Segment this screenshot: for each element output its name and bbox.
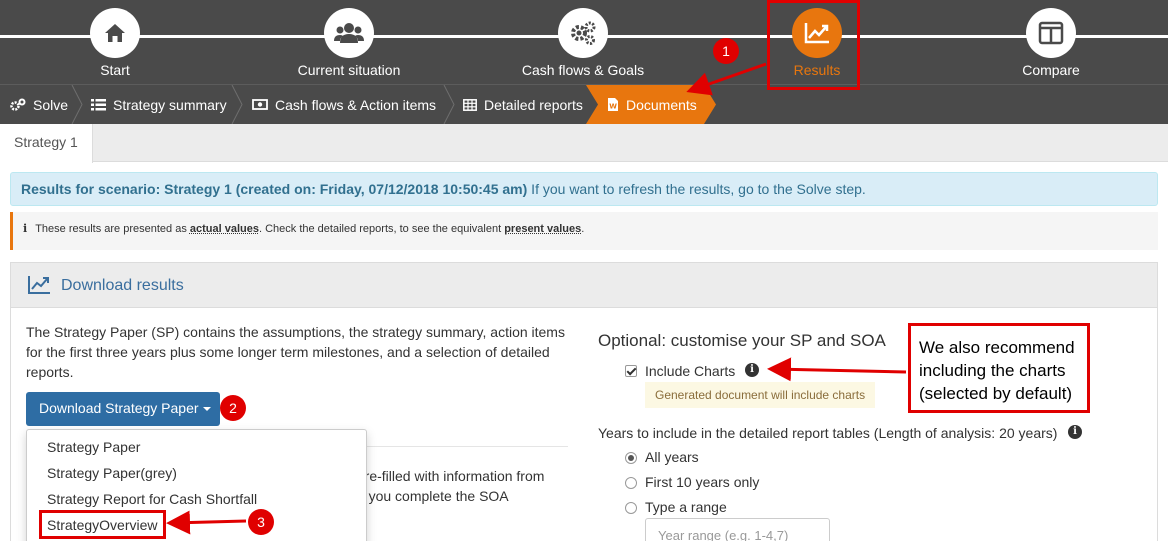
optional-title: Optional: customise your SP and SOA [598,331,886,350]
info-icon: i [23,222,28,235]
annotation-box-results [767,0,860,90]
download-strategy-paper-button[interactable]: Download Strategy Paper [26,392,220,426]
app-root: Start Current situation Cash flows & Goa… [0,0,1168,541]
radio-type-range[interactable] [625,502,637,514]
annotation-callout: We also recommend including the charts (… [908,323,1090,413]
radio-label[interactable]: All years [645,449,699,465]
step-cash-flows-goals[interactable]: Cash flows & Goals [483,8,683,84]
note-text: . Check the detailed reports, to see the… [258,223,505,235]
step-compare[interactable]: Compare [951,8,1151,84]
crumb-solve[interactable]: Solve [9,85,68,124]
button-label: Download Strategy Paper [39,400,199,416]
crumb-strategy-summary[interactable]: Strategy summary [91,85,227,124]
values-note: i These results are presented as actual v… [10,212,1158,250]
charts-hint: Generated document will include charts [645,382,875,408]
info-icon[interactable]: i [1068,425,1082,439]
step-start[interactable]: Start [15,8,215,84]
annotation-badge: 1 [713,38,739,64]
gears-icon [9,98,26,112]
list-icon [91,98,106,111]
users-icon [324,8,374,58]
note-text: . [581,223,585,235]
step-bar: Start Current situation Cash flows & Goa… [0,0,1168,84]
radio-all-years[interactable] [625,452,637,464]
panel-title: Download results [61,277,184,294]
years-label: Years to include in the detailed report … [598,425,1058,441]
table-icon [463,98,477,111]
svg-text:W: W [609,103,617,111]
year-range-input[interactable]: Year range (e.g. 1-4,7) [645,518,830,541]
radio-first-10-years[interactable] [625,477,637,489]
strategy-paper-description: The Strategy Paper (SP) contains the ass… [26,324,565,380]
include-charts-label[interactable]: Include Charts [645,363,735,379]
chevron-separator [71,85,83,124]
obscured-line: elp you complete the SOA [346,488,509,504]
radio-label[interactable]: Type a range [645,499,727,515]
caret-down-icon [202,407,211,412]
crumb-detailed-reports[interactable]: Detailed reports [463,85,583,124]
download-results-panel-header: Download results [10,262,1158,308]
chevron-separator [231,85,243,124]
sub-nav: Solve Strategy summary Cash flows & Acti… [0,84,1168,124]
crumb-label: Documents [626,96,697,113]
menu-item-strategy-paper[interactable]: Strategy Paper [47,439,140,455]
radio-label[interactable]: First 10 years only [645,474,759,490]
results-info-rest: If you want to refresh the results, go t… [527,181,866,197]
obscured-line: s pre-filled with information from [346,468,545,484]
annotation-badge: 2 [220,395,246,421]
step-label: Compare [1022,62,1080,78]
trend-chart-icon [28,276,50,294]
note-actual-values: actual values [189,223,259,235]
results-info-bold: Results for scenario: Strategy 1 (create… [21,181,528,197]
results-info-alert: Results for scenario: Strategy 1 (create… [10,172,1158,206]
columns-icon [1026,8,1076,58]
step-label: Current situation [297,62,401,78]
include-charts-checkbox[interactable] [625,365,637,377]
crumb-label: Cash flows & Action items [275,96,437,113]
obscured-text: s pre-filled with information from elp y… [346,466,544,506]
note-present-values: present values [504,223,582,235]
crumb-label: Detailed reports [484,96,583,113]
divider [360,446,568,447]
tab-strip [0,124,1168,162]
menu-item-strategy-paper-grey[interactable]: Strategy Paper(grey) [47,465,177,481]
home-icon [90,8,140,58]
money-icon [252,99,268,110]
info-icon[interactable]: i [745,363,759,377]
step-label: Cash flows & Goals [521,62,645,78]
crumb-label: Solve [33,96,69,113]
annotation-badge: 3 [248,509,274,535]
step-label: Start [100,62,130,78]
word-document-icon: W [607,97,619,112]
gears-icon [558,8,608,58]
step-current-situation[interactable]: Current situation [249,8,449,84]
annotation-box-strategy-overview [39,510,166,539]
tab-strategy-1[interactable]: Strategy 1 [0,124,93,163]
crumb-cashflows-action-items[interactable]: Cash flows & Action items [252,85,436,124]
crumb-documents[interactable]: W Documents [607,85,697,124]
note-text: These results are presented as [35,223,190,235]
crumb-label: Strategy summary [113,96,227,113]
chevron-separator [443,85,455,124]
menu-item-strategy-report-cash-shortfall[interactable]: Strategy Report for Cash Shortfall [47,491,257,507]
